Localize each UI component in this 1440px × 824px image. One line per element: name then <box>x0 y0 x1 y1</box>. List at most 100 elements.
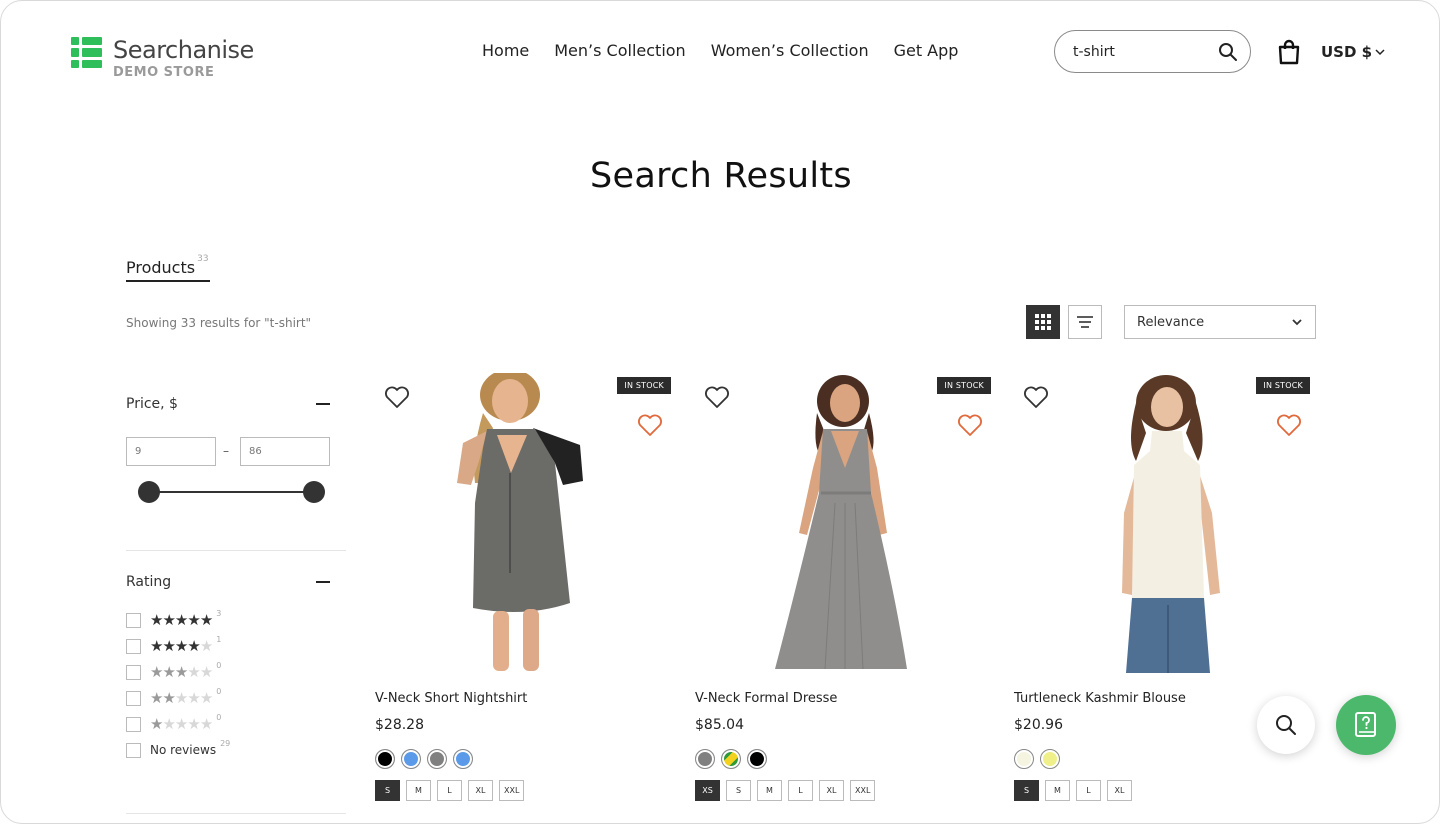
list-view-icon <box>1077 316 1093 328</box>
checkbox[interactable] <box>126 690 141 706</box>
product-price: $28.28 <box>375 717 424 733</box>
product-card[interactable]: IN STOCK V-Neck Short Nightshirt $28.28 … <box>375 369 671 801</box>
rating-filter-title: Rating <box>126 574 172 590</box>
tab-products-label: Products <box>126 258 196 277</box>
price-slider-track <box>149 491 314 493</box>
size-option[interactable]: M <box>757 780 782 801</box>
heart-icon[interactable] <box>384 385 410 409</box>
size-option[interactable]: S <box>1014 780 1039 801</box>
color-swatch[interactable] <box>747 749 767 769</box>
rating-option-3-stars[interactable]: ★★★★★ 0 <box>126 661 221 681</box>
checkbox[interactable] <box>126 716 141 732</box>
product-image[interactable]: IN STOCK <box>375 369 671 675</box>
price-filter-title: Price, $ <box>126 396 178 412</box>
color-swatches <box>695 749 767 769</box>
rating-option-4-stars[interactable]: ★★★★★ 1 <box>126 634 222 654</box>
stock-badge: IN STOCK <box>937 377 991 394</box>
color-swatches <box>1014 749 1060 769</box>
rating-count: 0 <box>216 686 222 696</box>
rating-no-reviews-option[interactable]: No reviews 29 <box>126 738 231 758</box>
store-logo[interactable]: Searchanise DEMO STORE <box>71 36 254 80</box>
rating-option-5-stars[interactable]: ★★★★★ 3 <box>126 608 222 628</box>
price-min-input[interactable]: 9 <box>126 437 216 466</box>
price-max-input[interactable]: 86 <box>240 437 330 466</box>
tab-products[interactable]: Products 33 <box>126 254 210 282</box>
color-swatch[interactable] <box>375 749 395 769</box>
star-rating-icon: ★★★★★ <box>150 663 213 681</box>
size-option[interactable]: L <box>788 780 813 801</box>
floating-search-button[interactable] <box>1257 696 1315 754</box>
product-name[interactable]: Turtleneck Kashmir Blouse <box>1014 691 1186 706</box>
no-reviews-count: 29 <box>220 738 231 748</box>
size-option[interactable]: XL <box>1107 780 1132 801</box>
rating-option-1-stars[interactable]: ★★★★★ 0 <box>126 713 221 732</box>
nav-mens-collection[interactable]: Men’s Collection <box>554 40 685 62</box>
color-swatch[interactable] <box>1014 749 1034 769</box>
heart-icon[interactable] <box>704 385 730 409</box>
color-swatch[interactable] <box>401 749 421 769</box>
grid-view-icon <box>1035 314 1051 330</box>
heart-icon[interactable] <box>1023 385 1049 409</box>
nav-home[interactable]: Home <box>482 40 529 62</box>
color-swatch[interactable] <box>721 749 741 769</box>
rating-option-2-stars[interactable]: ★★★★★ 0 <box>126 686 222 706</box>
help-button[interactable] <box>1336 695 1396 755</box>
product-card[interactable]: IN STOCK V-Neck Formal Dresse $85.04 XS S… <box>695 373 991 801</box>
wishlist-heart-icon[interactable] <box>957 413 983 437</box>
wishlist-heart-icon[interactable] <box>1276 413 1302 437</box>
color-swatch[interactable] <box>695 749 715 769</box>
nav-womens-collection[interactable]: Women’s Collection <box>711 40 869 62</box>
checkbox[interactable] <box>126 612 141 628</box>
color-swatch[interactable] <box>427 749 447 769</box>
rating-count: 3 <box>216 608 222 618</box>
shopping-bag-icon[interactable] <box>1277 39 1301 65</box>
logo-name: Searchanise <box>113 36 254 64</box>
product-name[interactable]: V-Neck Short Nightshirt <box>375 691 527 706</box>
tab-products-count: 33 <box>197 253 209 264</box>
product-photo-nightshirt <box>457 369 583 671</box>
collapse-price-icon[interactable] <box>316 403 330 405</box>
checkbox[interactable] <box>126 742 141 758</box>
size-option[interactable]: M <box>406 780 431 801</box>
size-option[interactable]: L <box>437 780 462 801</box>
product-card[interactable]: IN STOCK Turtleneck Kashmir Blouse $20.9… <box>1014 373 1310 801</box>
color-swatch[interactable] <box>1040 749 1060 769</box>
main-nav: Home Men’s Collection Women’s Collection… <box>482 40 958 62</box>
sort-value: Relevance <box>1137 314 1205 330</box>
grid-view-button[interactable] <box>1026 305 1060 339</box>
product-name[interactable]: V-Neck Formal Dresse <box>695 691 837 706</box>
size-option[interactable]: L <box>1076 780 1101 801</box>
size-option[interactable]: XL <box>468 780 493 801</box>
product-photo-blouse <box>1122 375 1220 673</box>
checkbox[interactable] <box>126 638 141 654</box>
search-icon[interactable] <box>1218 42 1238 62</box>
price-slider-min-handle[interactable] <box>138 481 160 503</box>
size-option[interactable]: XS <box>695 780 720 801</box>
product-image[interactable]: IN STOCK <box>1014 373 1310 675</box>
checkbox[interactable] <box>126 664 141 680</box>
product-image[interactable]: IN STOCK <box>695 373 991 675</box>
size-option[interactable]: S <box>726 780 751 801</box>
size-option[interactable]: M <box>1045 780 1070 801</box>
size-option[interactable]: XXL <box>499 780 525 801</box>
currency-selector[interactable]: USD $ <box>1321 43 1385 61</box>
size-option[interactable]: S <box>375 780 400 801</box>
currency-label: USD $ <box>1321 43 1373 61</box>
size-options: XS S M L XL XXL <box>695 780 876 801</box>
size-option[interactable]: XXL <box>850 780 876 801</box>
collapse-rating-icon[interactable] <box>316 581 330 583</box>
sort-dropdown[interactable]: Relevance <box>1124 305 1316 339</box>
color-swatch[interactable] <box>453 749 473 769</box>
wishlist-heart-icon[interactable] <box>637 413 663 437</box>
price-slider-max-handle[interactable] <box>303 481 325 503</box>
search-bar <box>1054 30 1251 73</box>
stock-badge: IN STOCK <box>1256 377 1310 394</box>
nav-get-app[interactable]: Get App <box>894 40 959 62</box>
stock-badge: IN STOCK <box>617 377 671 394</box>
chevron-down-icon <box>1292 319 1302 326</box>
rating-count: 1 <box>216 634 222 644</box>
list-view-button[interactable] <box>1068 305 1102 339</box>
search-input[interactable] <box>1073 43 1213 60</box>
size-option[interactable]: XL <box>819 780 844 801</box>
filter-divider <box>126 813 346 814</box>
